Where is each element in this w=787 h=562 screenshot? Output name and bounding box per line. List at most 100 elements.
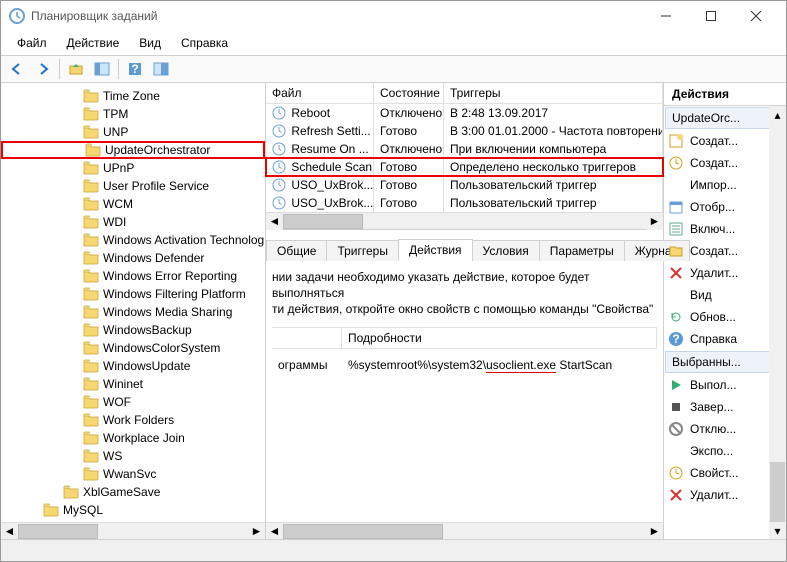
desc-line2: ти действия, откройте окно свойств с пом… <box>272 302 653 316</box>
folder-icon <box>83 269 99 283</box>
task-row[interactable]: Resume On ...ОтключеноПри включении комп… <box>266 140 663 158</box>
tree-item[interactable]: WS <box>1 447 265 465</box>
up-button[interactable] <box>64 58 88 80</box>
tree-h-scrollbar[interactable]: ◄► <box>1 522 265 539</box>
tree-item[interactable]: WindowsColorSystem <box>1 339 265 357</box>
action-item[interactable]: Создат... <box>664 240 786 262</box>
task-row[interactable]: USO_UxBrok...ГотовоПользовательский триг… <box>266 176 663 194</box>
action-item[interactable]: Создат... <box>664 152 786 174</box>
tree-item[interactable]: XblGameSave <box>1 483 265 501</box>
action-item[interactable]: Вид▸ <box>664 284 786 306</box>
tree-item[interactable]: WDI <box>1 213 265 231</box>
menu-help[interactable]: Справка <box>173 33 236 53</box>
tree-item[interactable]: Windows Filtering Platform <box>1 285 265 303</box>
tree-pane: Time ZoneTPMUNPUpdateOrchestratorUPnPUse… <box>1 83 266 539</box>
desc-line1: нии задачи необходимо указать действие, … <box>272 270 589 300</box>
detail-tabs: Общие Триггеры Действия Условия Параметр… <box>266 230 663 261</box>
back-button[interactable] <box>5 58 29 80</box>
folder-icon <box>83 431 99 445</box>
folder-icon <box>83 467 99 481</box>
menu-view[interactable]: Вид <box>131 33 169 53</box>
tree-item[interactable]: Windows Activation Technologies <box>1 231 265 249</box>
forward-button[interactable] <box>31 58 55 80</box>
action-item[interactable]: ?Справка <box>664 328 786 350</box>
tree-item[interactable]: Work Folders <box>1 411 265 429</box>
tab-conditions[interactable]: Условия <box>472 240 540 261</box>
col-triggers[interactable]: Триггеры <box>444 83 663 103</box>
actions-group-selected[interactable]: Выбранны... ▴ <box>665 351 785 373</box>
tree-label: WOF <box>103 395 131 409</box>
tab-content-actions: нии задачи необходимо указать действие, … <box>266 261 663 522</box>
tree-item[interactable]: Workplace Join <box>1 429 265 447</box>
menu-file[interactable]: Файл <box>9 33 55 53</box>
help-button[interactable]: ? <box>123 58 147 80</box>
close-button[interactable] <box>733 2 778 30</box>
action-item[interactable]: Свойст... <box>664 462 786 484</box>
tree-item[interactable]: UPnP <box>1 159 265 177</box>
tree-label: Windows Filtering Platform <box>103 287 246 301</box>
action-item[interactable]: Создат... <box>664 130 786 152</box>
tree-item[interactable]: MySQL <box>1 501 265 519</box>
panel-button[interactable] <box>90 58 114 80</box>
tree-item[interactable]: Wininet <box>1 375 265 393</box>
menu-action[interactable]: Действие <box>59 33 128 53</box>
tree-item[interactable]: Windows Media Sharing <box>1 303 265 321</box>
tree-label: WDI <box>103 215 126 229</box>
folder-icon <box>83 449 99 463</box>
detail-h-scrollbar[interactable]: ◄► <box>266 522 663 539</box>
actions-v-scrollbar[interactable]: ▴▾ <box>769 106 786 539</box>
action-row[interactable]: ограммы %systemroot%\system32\usoclient.… <box>272 349 657 375</box>
detail-col-action[interactable] <box>272 328 342 348</box>
actions-group-folder[interactable]: UpdateOrc... ▴ <box>665 107 785 129</box>
action-label: Обнов... <box>690 310 736 324</box>
tree-item[interactable]: WindowsBackup <box>1 321 265 339</box>
task-row[interactable]: USO_UxBrok...ГотовоПользовательский триг… <box>266 194 663 212</box>
action-item[interactable]: Отклю... <box>664 418 786 440</box>
action-item[interactable]: Экспо... <box>664 440 786 462</box>
tab-actions[interactable]: Действия <box>398 239 473 261</box>
status-bar <box>1 539 786 561</box>
tree-label: Wininet <box>103 377 143 391</box>
action-item[interactable]: Завер... <box>664 396 786 418</box>
action-item[interactable]: Импор... <box>664 174 786 196</box>
delete-icon <box>668 487 684 503</box>
tree-label: WindowsUpdate <box>103 359 190 373</box>
action-label: Создат... <box>690 134 738 148</box>
task-row[interactable]: RebootОтключеноВ 2:48 13.09.2017 <box>266 104 663 122</box>
tab-triggers[interactable]: Триггеры <box>326 240 399 261</box>
tree-item[interactable]: Windows Defender <box>1 249 265 267</box>
maximize-button[interactable] <box>688 2 733 30</box>
tree-item[interactable]: Windows Error Reporting <box>1 267 265 285</box>
tree-item[interactable]: WOF <box>1 393 265 411</box>
action-item[interactable]: Удалит... <box>664 484 786 506</box>
action-label: Завер... <box>690 400 734 414</box>
tab-parameters[interactable]: Параметры <box>539 240 625 261</box>
tree-item[interactable]: UNP <box>1 123 265 141</box>
tree-item[interactable]: WCM <box>1 195 265 213</box>
tree-item[interactable]: WwanSvc <box>1 465 265 483</box>
action-item[interactable]: Выпол... <box>664 374 786 396</box>
tree-item[interactable]: TPM <box>1 105 265 123</box>
minimize-button[interactable] <box>643 2 688 30</box>
col-file[interactable]: Файл <box>266 83 374 103</box>
task-h-scrollbar[interactable]: ◄► <box>266 212 663 229</box>
tree-item[interactable]: Time Zone <box>1 87 265 105</box>
task-row[interactable]: Refresh Setti...ГотовоВ 3:00 01.01.2000 … <box>266 122 663 140</box>
col-state[interactable]: Состояние <box>374 83 444 103</box>
action-item[interactable]: Отобр... <box>664 196 786 218</box>
stop-icon <box>668 399 684 415</box>
action-item[interactable]: Включ... <box>664 218 786 240</box>
task-row[interactable]: Schedule ScanГотовоОпределено несколько … <box>266 158 663 176</box>
action-label: Удалит... <box>690 266 738 280</box>
tab-general[interactable]: Общие <box>266 240 327 261</box>
tree-item[interactable]: WindowsUpdate <box>1 357 265 375</box>
action-label: Вид <box>690 288 712 302</box>
tree-item[interactable]: User Profile Service <box>1 177 265 195</box>
detail-col-details[interactable]: Подробности <box>342 328 657 348</box>
action-item[interactable]: Удалит... <box>664 262 786 284</box>
tree-item[interactable]: UpdateOrchestrator <box>1 141 265 159</box>
action-item[interactable]: Обнов... <box>664 306 786 328</box>
action-label: Выпол... <box>690 378 737 392</box>
properties-button[interactable] <box>149 58 173 80</box>
app-icon <box>9 8 25 24</box>
